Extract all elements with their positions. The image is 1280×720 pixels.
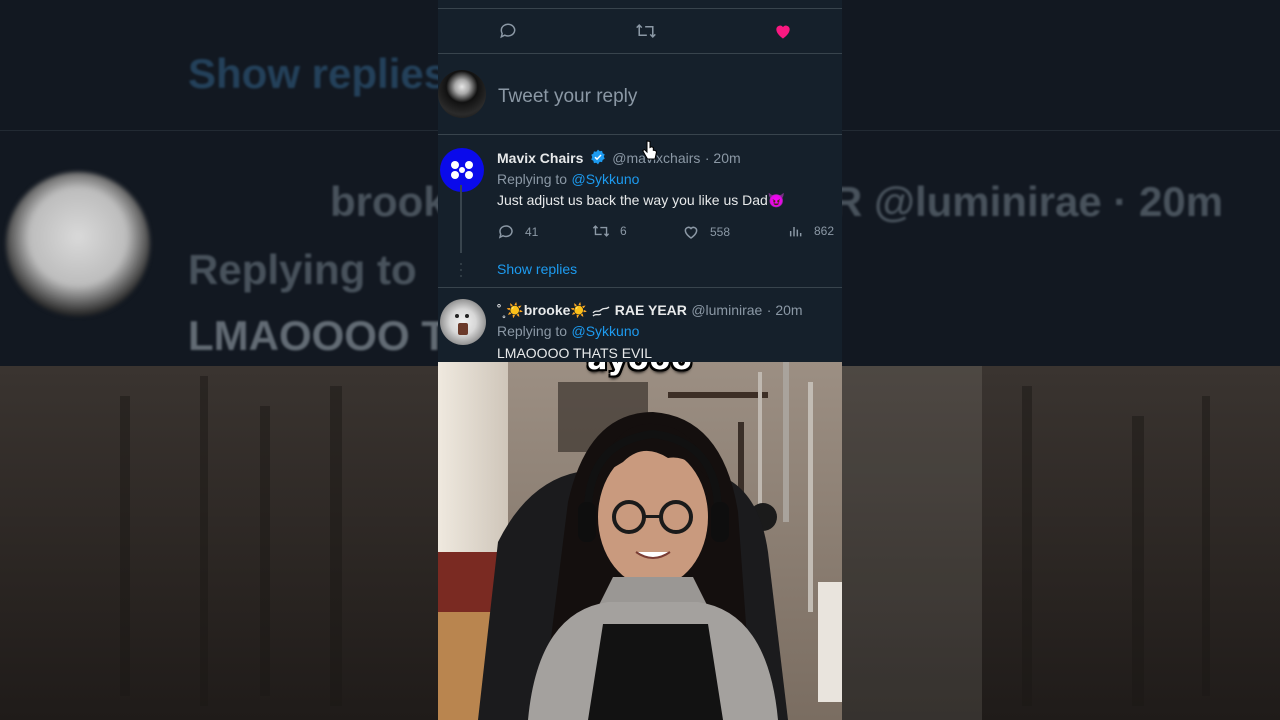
devil-emoji-icon: 😈 [767, 192, 786, 208]
left-blur-lmao: LMAOOOO T [188, 312, 438, 359]
show-replies-link[interactable]: Show replies [497, 261, 577, 277]
heart-icon[interactable] [773, 21, 793, 41]
views-count-button[interactable]: 862 [788, 223, 834, 239]
like-count: 558 [710, 225, 731, 239]
streamer-scene [438, 362, 842, 720]
left-blurred-room [0, 366, 438, 720]
left-blur-avatar [6, 172, 150, 316]
left-blurred-background: Show replies brook Replying to LMAOOOO T [0, 0, 438, 720]
reply-small-icon [498, 225, 513, 239]
replying-to-link[interactable]: @Sykkuno [572, 323, 640, 339]
author-name[interactable]: Mavix Chairs [497, 150, 583, 166]
reply-input-placeholder[interactable]: Tweet your reply [498, 86, 637, 108]
author-handle[interactable]: @luminirae [691, 302, 762, 318]
heart-small-icon [684, 226, 698, 239]
replying-line: Replying to @Sykkuno [497, 171, 639, 189]
replying-prefix: Replying to [497, 323, 568, 339]
tweet-time[interactable]: · 20m [767, 302, 803, 318]
reply-composer[interactable]: Tweet your reply [438, 52, 842, 135]
thread-line [460, 185, 462, 253]
right-divider [842, 130, 1280, 131]
tweet-action-bar [438, 8, 842, 54]
tweet-mavix[interactable]: Mavix Chairs @mavixchairs · 20m Replying… [438, 135, 842, 288]
left-blur-replying: Replying to [188, 246, 417, 293]
retweet-count: 6 [620, 224, 627, 238]
like-count-button[interactable]: 558 [682, 223, 730, 241]
tweet-text: LMAOOOO THATS EVIL [497, 345, 653, 361]
tweet-time[interactable]: · 20m [705, 150, 741, 166]
views-icon [789, 227, 802, 237]
right-blurred-room [842, 366, 1280, 720]
retweet-count-button[interactable]: 6 [592, 223, 627, 239]
author-name-prefix[interactable]: ˚˳☀️brooke☀️ [497, 302, 588, 318]
user-avatar [438, 70, 486, 118]
replying-prefix: Replying to [497, 171, 568, 187]
mavix-avatar[interactable] [440, 148, 484, 192]
video-caption: ayooo [438, 362, 842, 377]
retweet-small-icon [592, 225, 610, 237]
author-name-suffix[interactable]: RAE YEAR [615, 302, 687, 318]
retweet-icon[interactable] [635, 21, 656, 41]
reply-icon[interactable] [498, 21, 518, 41]
wave-icon [592, 303, 610, 322]
replying-to-link[interactable]: @Sykkuno [572, 171, 640, 187]
tweet-header: Mavix Chairs @mavixchairs · 20m [497, 149, 741, 170]
brooke-avatar[interactable] [440, 299, 486, 345]
replying-line: Replying to @Sykkuno [497, 323, 639, 341]
more-replies-dots-icon [460, 263, 462, 277]
reply-count: 41 [525, 225, 539, 239]
right-blur-handle: R @luminirae · 20m [842, 178, 1224, 225]
reply-count-button[interactable]: 41 [497, 223, 538, 241]
right-blurred-background: R @luminirae · 20m [842, 0, 1280, 720]
bear-avatar-icon [455, 314, 469, 335]
tweet2-header: ˚˳☀️brooke☀️ RAE YEAR @luminirae · 20m [497, 302, 803, 322]
verified-icon [590, 149, 606, 170]
views-count: 862 [814, 224, 835, 238]
webcam-feed: ayooo [438, 362, 842, 720]
cursor-icon [642, 140, 658, 160]
mavix-logo-icon [451, 161, 473, 179]
left-divider [0, 130, 438, 131]
left-blur-brooke: brook [330, 178, 438, 225]
tweet-text: Just adjust us back the way you like us … [497, 192, 768, 208]
tweet-body: Just adjust us back the way you like us … [497, 192, 785, 210]
twitter-thread: Tweet your reply Mavix Chairs @mavixchai… [438, 0, 842, 362]
tweet-body: LMAOOOO THATS EVIL [497, 345, 652, 363]
tweet-brooke[interactable]: ˚˳☀️brooke☀️ RAE YEAR @luminirae · 20m R… [438, 288, 842, 362]
center-content: Tweet your reply Mavix Chairs @mavixchai… [438, 0, 842, 720]
left-blur-show-replies: Show replies [188, 50, 438, 97]
